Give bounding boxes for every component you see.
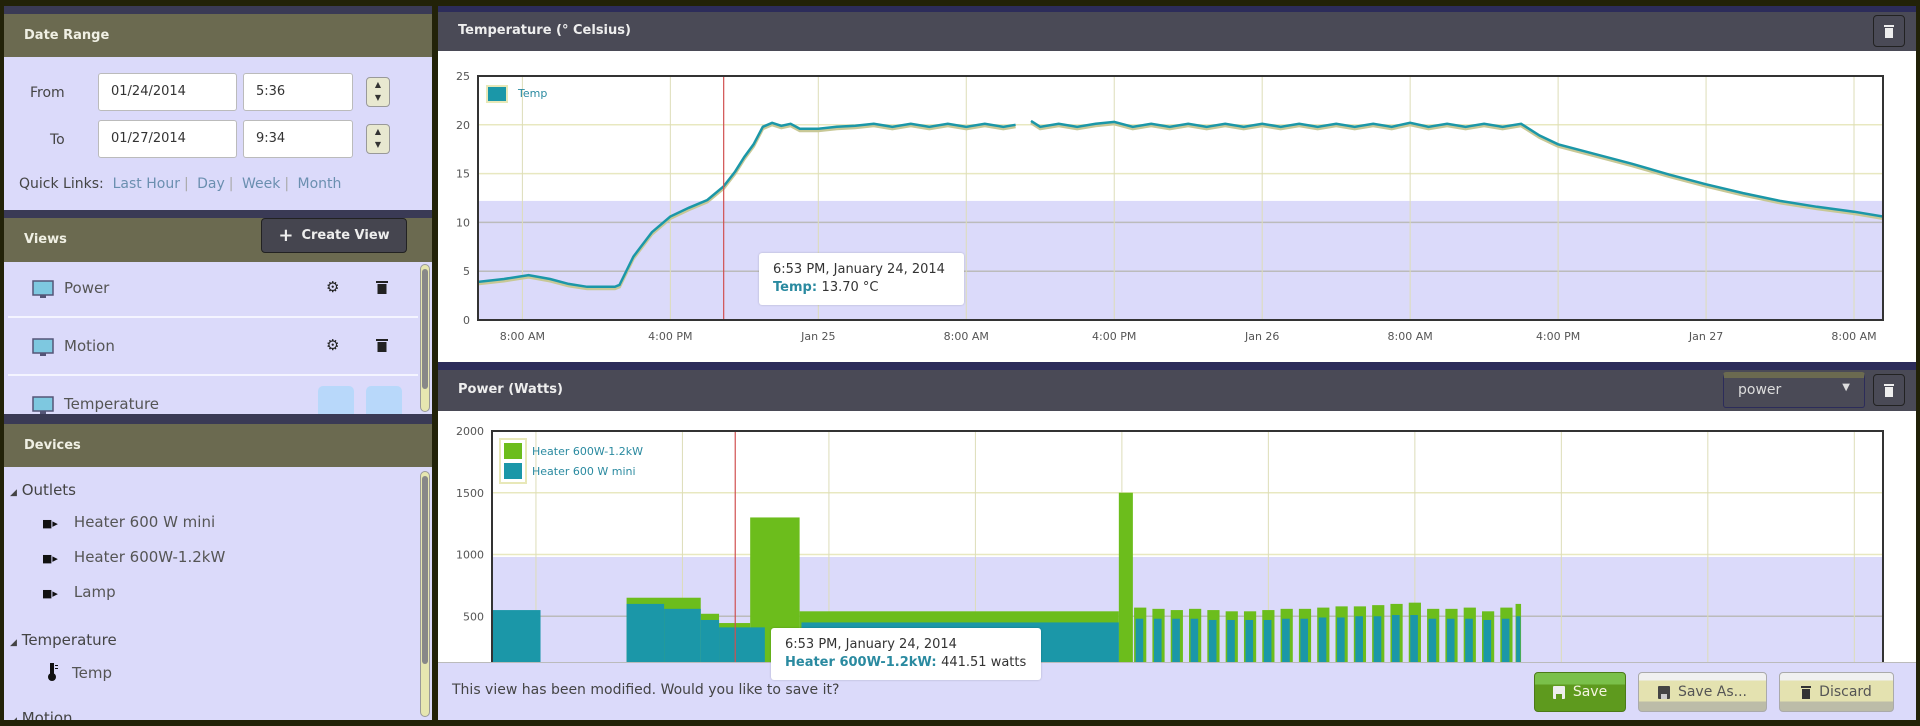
y-tick-label: 0 bbox=[463, 314, 470, 327]
y-tick-label: 15 bbox=[456, 168, 470, 181]
save-label: Save bbox=[1572, 684, 1608, 700]
y-tick-label: 2000 bbox=[456, 425, 484, 438]
x-tick-label: 4:00 PM bbox=[1536, 330, 1580, 343]
trash-icon bbox=[1801, 686, 1812, 699]
tooltip-title: 6:53 PM, January 24, 2014 bbox=[785, 637, 957, 652]
power-tooltip: 6:53 PM, January 24, 2014 Heater 600W-1.… bbox=[771, 628, 1041, 680]
y-tick-label: 10 bbox=[456, 216, 470, 229]
x-tick-label: Jan 25 bbox=[800, 330, 835, 343]
floppy-disk-icon bbox=[1552, 685, 1565, 699]
chart-temperature: 0 5 10 15 20 25 8:00 AM 4:00 PM Jan 25 8:00 AM 4:0… bbox=[456, 70, 1884, 343]
y-tick-label: 1500 bbox=[456, 487, 484, 500]
tooltip-series: Temp bbox=[773, 280, 812, 295]
legend-swatch bbox=[486, 85, 508, 103]
save-prompt-message: This view has been modified. Would you l… bbox=[452, 682, 840, 698]
bar-heater-1-2kw bbox=[1118, 492, 1133, 678]
x-tick-label: 4:00 PM bbox=[1092, 330, 1136, 343]
tooltip-value: 13.70 °C bbox=[821, 280, 879, 295]
tooltip-series: Heater 600W-1.2kW bbox=[785, 655, 932, 670]
save-button[interactable]: Save bbox=[1534, 672, 1626, 712]
charts-canvas: 0 5 10 15 20 25 8:00 AM 4:00 PM Jan 25 8:00 AM 4:0… bbox=[456, 70, 1884, 679]
y-tick-label: 1000 bbox=[456, 549, 484, 562]
x-tick-label: 8:00 AM bbox=[1831, 330, 1876, 343]
save-as-label: Save As... bbox=[1677, 684, 1748, 700]
y-tick-label: 25 bbox=[456, 70, 470, 83]
x-tick-label: Jan 26 bbox=[1244, 330, 1279, 343]
legend-swatch bbox=[504, 463, 522, 479]
legend-swatch bbox=[504, 443, 522, 459]
x-tick-label: 8:00 AM bbox=[1388, 330, 1433, 343]
legend-label: Heater 600W-1.2kW bbox=[532, 445, 643, 458]
temperature-tooltip: 6:53 PM, January 24, 2014 Temp: 13.70 °C bbox=[759, 253, 964, 305]
save-as-button[interactable]: Save As... bbox=[1638, 672, 1767, 712]
x-tick-label: 8:00 AM bbox=[944, 330, 989, 343]
y-tick-label: 5 bbox=[463, 265, 470, 278]
legend-label: Heater 600 W mini bbox=[532, 465, 636, 478]
discard-label: Discard bbox=[1819, 684, 1872, 700]
x-tick-label: Jan 27 bbox=[1688, 330, 1723, 343]
y-tick-label: 20 bbox=[456, 119, 470, 132]
tooltip-value: 441.51 watts bbox=[941, 655, 1027, 670]
x-tick-label: 8:00 AM bbox=[500, 330, 545, 343]
y-tick-label: 500 bbox=[463, 610, 484, 623]
discard-button[interactable]: Discard bbox=[1779, 672, 1894, 712]
tooltip-title: 6:53 PM, January 24, 2014 bbox=[773, 262, 945, 277]
x-tick-label: 4:00 PM bbox=[648, 330, 692, 343]
floppy-disk-icon bbox=[1657, 685, 1670, 699]
legend-label-temp: Temp bbox=[517, 87, 547, 100]
